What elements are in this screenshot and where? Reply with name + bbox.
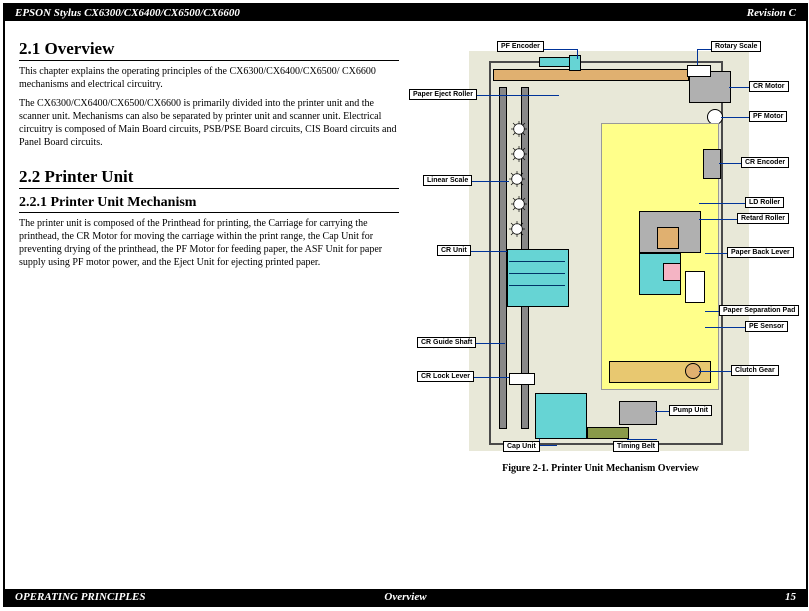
- label-pump-unit: Pump Unit: [669, 405, 712, 416]
- label-retard-roller: Retard Roller: [737, 213, 789, 224]
- header-right: Revision C: [747, 7, 796, 19]
- pf-encoder-part: [539, 57, 571, 67]
- label-linear-scale: Linear Scale: [423, 175, 472, 186]
- label-pe-sensor: PE Sensor: [745, 321, 788, 332]
- leader-line: [469, 377, 509, 378]
- section-2-1-p2: The CX6300/CX6400/CX6500/CX6600 is prima…: [19, 97, 399, 149]
- leader-line: [627, 439, 657, 440]
- cr-unit-part: [507, 249, 569, 307]
- header-left: EPSON Stylus CX6300/CX6400/CX6500/CX6600: [15, 7, 240, 19]
- label-ld-roller: LD Roller: [745, 197, 784, 208]
- sep-pad-part: [685, 271, 705, 303]
- label-pf-encoder: PF Encoder: [497, 41, 544, 52]
- leader-line: [539, 445, 557, 446]
- figure-column: PF Encoder Paper Eject Roller Linear Sca…: [409, 31, 792, 474]
- leader-line: [697, 49, 698, 65]
- gear-icon: [511, 196, 527, 212]
- label-paper-eject-roller: Paper Eject Roller: [409, 89, 477, 100]
- leader-line: [469, 95, 559, 96]
- text-column: 2.1 Overview This chapter explains the o…: [19, 31, 399, 474]
- cr-line: [509, 273, 565, 274]
- roller-b: [663, 263, 681, 281]
- label-timing-belt: Timing Belt: [613, 441, 659, 452]
- cr-encoder-part: [703, 149, 721, 179]
- label-rotary-scale: Rotary Scale: [711, 41, 761, 52]
- figure-caption: Figure 2-1. Printer Unit Mechanism Overv…: [409, 463, 792, 474]
- leader-line: [577, 49, 578, 59]
- label-pf-motor: PF Motor: [749, 111, 787, 122]
- leader-line: [469, 251, 507, 252]
- section-2-1-p1: This chapter explains the operating prin…: [19, 65, 399, 91]
- label-cap-unit: Cap Unit: [503, 441, 540, 452]
- section-2-1-title: 2.1 Overview: [19, 39, 399, 61]
- pump-unit-part: [619, 401, 657, 425]
- document-page: EPSON Stylus CX6300/CX6400/CX6500/CX6600…: [3, 3, 808, 607]
- section-2-2-1-title: 2.2.1 Printer Unit Mechanism: [19, 195, 399, 213]
- gear-icon: [509, 171, 525, 187]
- content-area: 2.1 Overview This chapter explains the o…: [5, 21, 806, 474]
- label-cr-motor: CR Motor: [749, 81, 789, 92]
- footer-left: OPERATING PRINCIPLES: [15, 591, 146, 603]
- leader-line: [469, 181, 509, 182]
- label-cr-encoder: CR Encoder: [741, 157, 789, 168]
- footer-center: Overview: [384, 591, 426, 603]
- label-cr-lock-lever: CR Lock Lever: [417, 371, 474, 382]
- header-bar: EPSON Stylus CX6300/CX6400/CX6500/CX6600…: [5, 5, 806, 21]
- section-2-2-title: 2.2 Printer Unit: [19, 167, 399, 189]
- roller-a: [657, 227, 679, 249]
- printer-diagram: PF Encoder Paper Eject Roller Linear Sca…: [409, 31, 779, 461]
- gear-icon: [511, 146, 527, 162]
- label-cr-unit: CR Unit: [437, 245, 471, 256]
- section-2-2-1-p1: The printer unit is composed of the Prin…: [19, 217, 399, 269]
- lock-lever-part: [509, 373, 535, 385]
- encoder-cap: [569, 55, 581, 71]
- gear-icon: [509, 221, 525, 237]
- footer-right: 15: [785, 591, 796, 603]
- label-paper-separation-pad: Paper Separation Pad: [719, 305, 799, 316]
- timing-belt-part: [587, 427, 629, 439]
- gear-icon: [511, 121, 527, 137]
- label-cr-guide-shaft: CR Guide Shaft: [417, 337, 476, 348]
- label-paper-back-lever: Paper Back Lever: [727, 247, 794, 258]
- footer-bar: OPERATING PRINCIPLES Overview 15: [5, 589, 806, 605]
- top-roller: [493, 69, 689, 81]
- cr-line: [509, 285, 565, 286]
- label-clutch-gear: Clutch Gear: [731, 365, 779, 376]
- cap-unit-part: [535, 393, 587, 439]
- rotary-scale-part: [687, 65, 711, 77]
- cr-line: [509, 261, 565, 262]
